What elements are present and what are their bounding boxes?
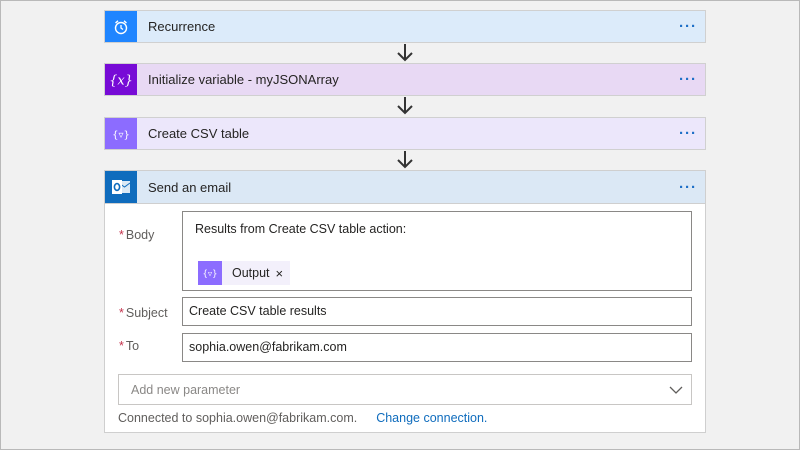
to-label-text: To — [125, 339, 140, 353]
subject-field[interactable]: Create CSV table results — [182, 297, 692, 326]
body-text: Results from Create CSV table action: — [195, 222, 407, 236]
more-options-button[interactable]: ··· — [673, 126, 703, 141]
step-recurrence[interactable]: Recurrence ··· — [104, 10, 706, 43]
body-field[interactable]: Results from Create CSV table action: {▿… — [182, 211, 692, 291]
step-create-csv-table[interactable]: {▿} Create CSV table ··· — [104, 117, 706, 150]
body-label: * Body — [119, 228, 154, 242]
data-operation-icon: {▿} — [198, 261, 222, 285]
step-title: Create CSV table — [148, 126, 250, 141]
arrow-down-icon — [397, 44, 413, 62]
data-operation-icon: {▿} — [105, 118, 137, 149]
alarm-clock-icon — [105, 11, 137, 42]
add-parameter-placeholder: Add new parameter — [131, 382, 241, 397]
required-marker: * — [119, 306, 124, 320]
arrow-down-icon — [397, 97, 413, 115]
add-parameter-dropdown[interactable]: Add new parameter — [118, 374, 692, 405]
to-label: * To — [119, 339, 139, 353]
more-options-button[interactable]: ··· — [673, 72, 703, 87]
change-connection-link[interactable]: Change connection. — [376, 411, 487, 425]
token-label: Output — [232, 266, 270, 280]
outlook-icon — [105, 171, 137, 203]
subject-label: * Subject — [119, 306, 168, 320]
body-label-text: Body — [125, 228, 155, 242]
token-remove-button[interactable]: × — [276, 266, 291, 281]
step-initialize-variable[interactable]: {x} Initialize variable - myJSONArray ··… — [104, 63, 706, 96]
subject-label-text: Subject — [125, 306, 168, 320]
connection-info: Connected to sophia.owen@fabrikam.com. Ch… — [118, 411, 487, 425]
step-title: Recurrence — [148, 19, 216, 34]
svg-text:{▿}: {▿} — [112, 130, 130, 141]
chevron-down-icon — [661, 386, 691, 394]
connection-text: Connected to sophia.owen@fabrikam.com. — [118, 411, 358, 425]
send-email-header[interactable]: Send an email ··· — [105, 171, 705, 204]
more-options-button[interactable]: ··· — [673, 19, 703, 34]
step-title: Send an email — [148, 179, 232, 195]
step-send-email: Send an email ··· * Body Results from Cre… — [104, 170, 706, 433]
output-token[interactable]: {▿} Output × — [198, 261, 291, 285]
arrow-down-icon — [397, 151, 413, 169]
required-marker: * — [119, 228, 124, 242]
more-options-button[interactable]: ··· — [673, 179, 703, 196]
required-marker: * — [119, 339, 124, 353]
step-title: Initialize variable - myJSONArray — [148, 72, 339, 87]
svg-text:{x}: {x} — [110, 73, 132, 88]
variable-icon: {x} — [105, 64, 137, 95]
svg-text:{▿}: {▿} — [202, 270, 217, 280]
to-field[interactable]: sophia.owen@fabrikam.com — [182, 333, 692, 362]
